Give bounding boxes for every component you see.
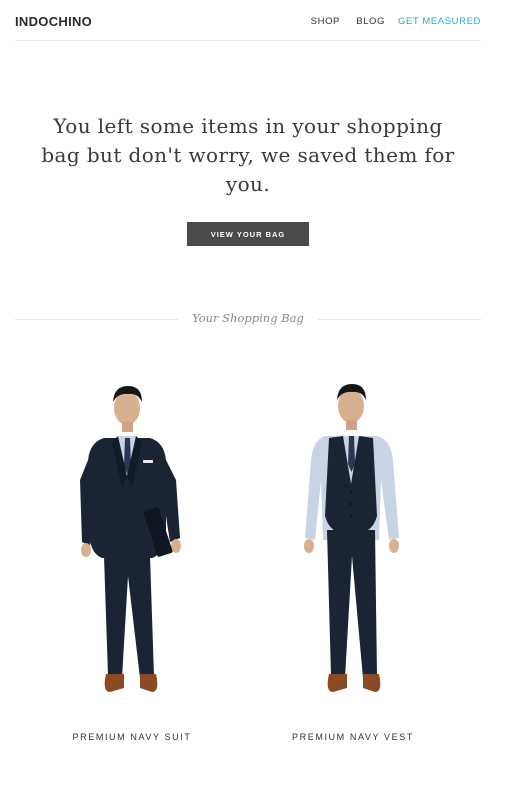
product-card-vest[interactable]: PREMIUM NAVY VEST — [263, 380, 443, 760]
view-your-bag-button[interactable]: VIEW YOUR BAG — [187, 222, 309, 246]
hero-message: You left some items in your shopping bag… — [41, 114, 455, 196]
nav-shop-link[interactable]: SHOP — [311, 16, 340, 27]
suit-model-image[interactable] — [42, 380, 222, 720]
logo[interactable]: INDOCHINO — [15, 14, 92, 29]
nav-get-measured-link[interactable]: GET MEASURED — [398, 16, 481, 27]
product-card-suit[interactable]: PREMIUM NAVY SUIT — [42, 380, 222, 760]
header: INDOCHINO SHOP BLOG GET MEASURED — [15, 0, 481, 41]
product-name-suit[interactable]: PREMIUM NAVY SUIT — [42, 732, 222, 742]
nav-blog-link[interactable]: BLOG — [356, 16, 385, 27]
product-name-vest[interactable]: PREMIUM NAVY VEST — [263, 732, 443, 742]
section-title: Your Shopping Bag — [178, 311, 318, 325]
vest-model-image[interactable] — [263, 380, 443, 720]
